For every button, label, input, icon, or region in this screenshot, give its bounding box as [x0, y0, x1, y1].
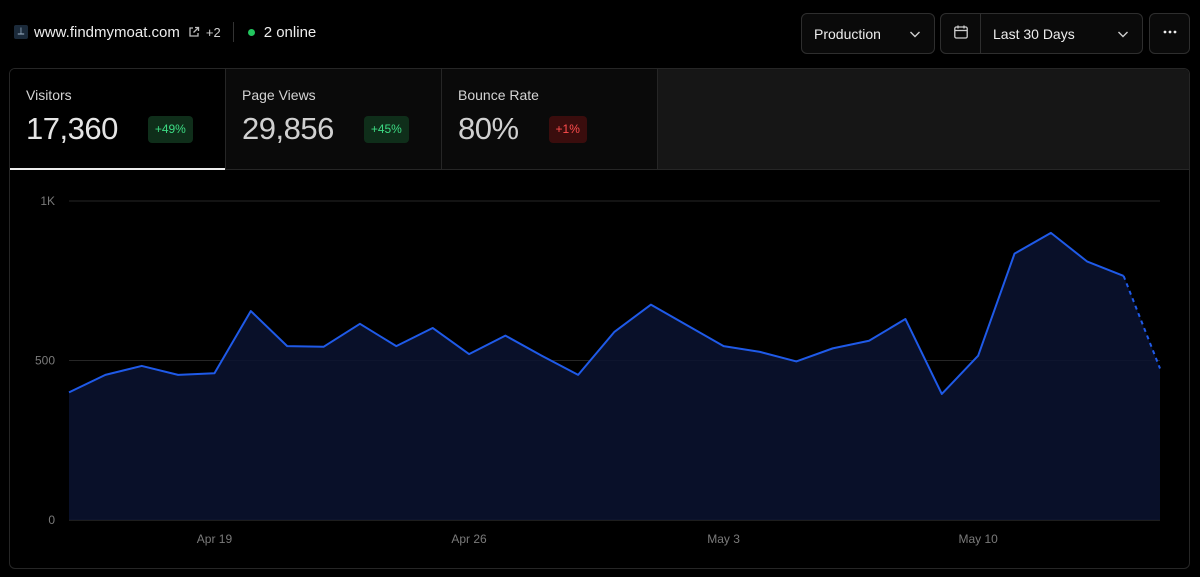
data-point — [431, 326, 435, 330]
data-point — [940, 392, 944, 396]
data-point — [1085, 260, 1089, 264]
x-tick-label: May 10 — [958, 532, 998, 546]
metric-value: 29,856 — [242, 111, 334, 146]
data-point — [540, 354, 544, 358]
data-point — [903, 317, 907, 321]
data-point — [576, 373, 580, 377]
data-point — [794, 359, 798, 363]
data-point — [285, 344, 289, 348]
metric-label: Visitors — [26, 87, 72, 103]
tab-bounce-rate[interactable]: Bounce Rate 80% +1% — [442, 69, 658, 169]
metric-label: Bounce Rate — [458, 87, 539, 103]
site-selector[interactable]: ⟂ www.findmymoat.com +2 2 online — [14, 20, 316, 44]
data-point — [1013, 252, 1017, 256]
change-badge: +45% — [363, 115, 409, 143]
data-point — [176, 373, 180, 377]
environment-select[interactable]: Production — [801, 13, 935, 54]
data-point — [831, 346, 835, 350]
site-extra-count[interactable]: +2 — [206, 25, 221, 40]
tab-visitors[interactable]: Visitors 17,360 +49% — [10, 69, 226, 170]
data-point — [649, 303, 653, 307]
calendar-button[interactable] — [941, 14, 981, 53]
chevron-down-icon — [908, 27, 922, 41]
data-point — [867, 339, 871, 343]
data-point — [1122, 274, 1126, 278]
data-point — [1049, 231, 1053, 235]
tabs-filler — [658, 69, 1189, 169]
metric-label: Page Views — [242, 87, 316, 103]
site-favicon-icon: ⟂ — [14, 25, 28, 39]
data-point — [322, 345, 326, 349]
date-range-dropdown[interactable]: Last 30 Days — [981, 26, 1142, 42]
change-badge: +49% — [147, 115, 193, 143]
tab-page-views[interactable]: Page Views 29,856 +45% — [226, 69, 442, 169]
metric-value: 17,360 — [26, 111, 118, 146]
online-indicator-icon — [247, 28, 255, 36]
area-fill — [69, 232, 1160, 520]
data-point — [503, 334, 507, 338]
data-point — [722, 344, 726, 348]
metric-value: 80% — [458, 111, 519, 146]
date-range-select[interactable]: Last 30 Days — [940, 13, 1143, 54]
change-badge: +1% — [548, 115, 587, 143]
site-name[interactable]: www.findmymoat.com — [34, 24, 180, 41]
visitors-chart: 0 500 1K Apr 19 Apr 26 May 3 May 10 — [10, 170, 1189, 568]
analytics-card: Visitors 17,360 +49% Page Views 29,856 +… — [9, 68, 1190, 569]
date-range-label: Last 30 Days — [993, 25, 1075, 42]
more-horizontal-icon — [1162, 24, 1178, 43]
environment-label: Production — [814, 25, 881, 42]
more-options-button[interactable] — [1149, 13, 1190, 54]
x-tick-label: Apr 26 — [451, 532, 487, 546]
data-point — [67, 390, 71, 394]
y-tick-label: 500 — [35, 354, 55, 368]
data-point — [394, 344, 398, 348]
chevron-down-icon — [1116, 27, 1130, 41]
calendar-icon — [953, 24, 969, 43]
data-point — [358, 322, 362, 326]
data-point — [685, 323, 689, 327]
data-point — [1158, 366, 1162, 370]
metric-tabs: Visitors 17,360 +49% Page Views 29,856 +… — [10, 69, 1189, 170]
online-count: 2 online — [263, 23, 317, 41]
data-point — [976, 354, 980, 358]
chart-svg: 0 500 1K Apr 19 Apr 26 May 3 May 10 — [35, 194, 1162, 546]
data-point — [467, 352, 471, 356]
divider — [232, 22, 234, 42]
data-point — [613, 330, 617, 334]
y-tick-label: 0 — [48, 513, 55, 527]
external-link-icon[interactable] — [188, 26, 200, 38]
y-tick-label: 1K — [40, 194, 55, 208]
data-point — [758, 350, 762, 354]
data-point — [103, 373, 107, 377]
x-tick-label: Apr 19 — [197, 532, 233, 546]
data-point — [140, 364, 144, 368]
top-bar: ⟂ www.findmymoat.com +2 2 online Product… — [0, 0, 1200, 66]
x-tick-label: May 3 — [707, 532, 740, 546]
data-point — [212, 371, 216, 375]
data-point — [249, 309, 253, 313]
